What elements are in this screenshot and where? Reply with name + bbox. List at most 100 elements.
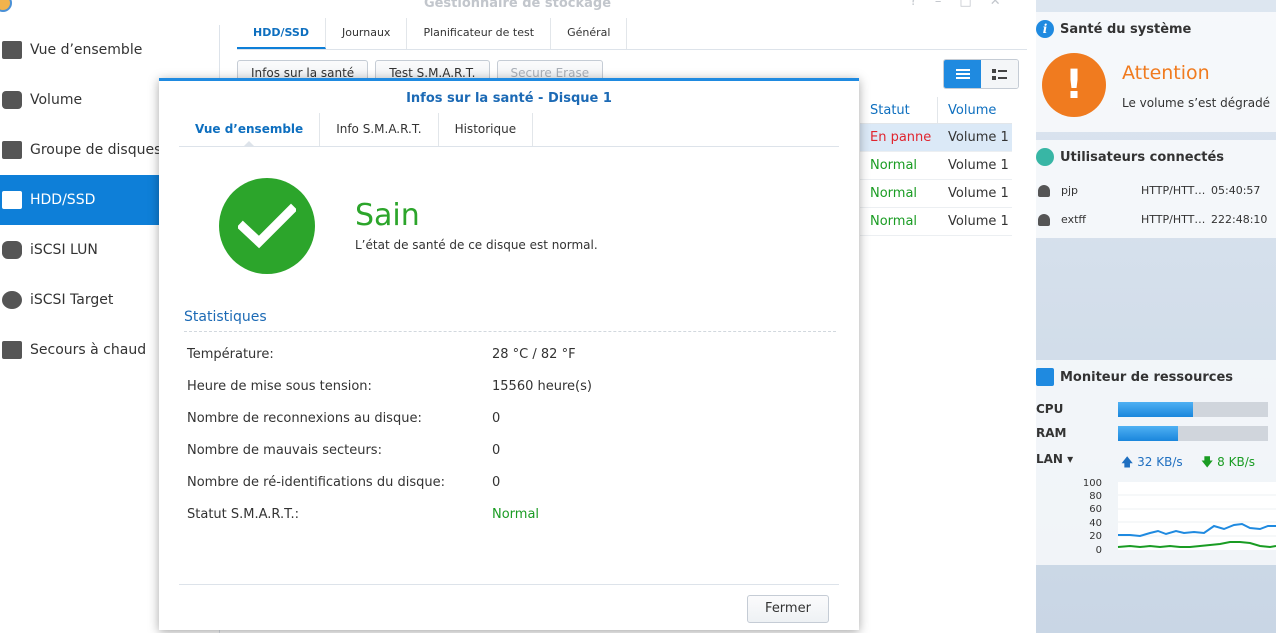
- tab-history[interactable]: Historique: [439, 113, 534, 146]
- disk-group-icon: [0, 139, 24, 161]
- maximize-icon[interactable]: □: [959, 0, 971, 9]
- sidebar-item-label: iSCSI Target: [30, 292, 114, 308]
- iscsi-lun-icon: [0, 239, 24, 261]
- lan-dropdown[interactable]: LAN ▾: [1036, 452, 1073, 466]
- info-icon: i: [1036, 20, 1054, 38]
- tab-logs[interactable]: Journaux: [326, 18, 408, 49]
- stat-value: 0: [492, 411, 501, 426]
- monitor-icon: [1036, 368, 1054, 386]
- stat-label: Nombre de ré-identifications du disque:: [187, 475, 445, 490]
- detail-view-button[interactable]: [981, 60, 1018, 88]
- hdd-icon: [0, 189, 24, 211]
- column-status-header[interactable]: Statut: [860, 97, 938, 123]
- tab-general[interactable]: Général: [551, 18, 628, 49]
- widget-panel: i Santé du système ! Attention Le volume…: [1036, 0, 1276, 633]
- resource-monitor-widget: Moniteur de ressources CPU RAM LAN ▾ 🡅 3…: [1036, 360, 1276, 565]
- disk-status: Normal: [870, 158, 918, 173]
- sidebar-item-label: HDD/SSD: [30, 192, 96, 208]
- sidebar-item-label: iSCSI LUN: [30, 242, 98, 258]
- stat-temperature: Température: 28 °C / 82 °F: [187, 347, 827, 367]
- stat-value: 0: [492, 443, 501, 458]
- list-view-button[interactable]: [944, 60, 981, 88]
- table-row[interactable]: Normal Volume 1: [860, 152, 1012, 180]
- y-tick-label: 0: [1096, 545, 1102, 556]
- network-chart: 100 80 60 40 20 0: [1083, 478, 1276, 556]
- connected-users-widget: Utilisateurs connectés pjp HTTP/HTT… 05:…: [1036, 140, 1276, 238]
- disk-volume: Volume 1: [948, 130, 1009, 145]
- tab-smart-info[interactable]: Info S.M.A.R.T.: [320, 113, 439, 146]
- list-icon: [955, 69, 970, 79]
- users-icon: [1036, 148, 1054, 166]
- disk-volume: Volume 1: [948, 214, 1009, 229]
- disk-table: Statut Volume En panne Volume 1 Normal V…: [860, 97, 1012, 236]
- disk-volume: Volume 1: [948, 158, 1009, 173]
- ram-label: RAM: [1036, 426, 1067, 440]
- system-health-widget: i Santé du système ! Attention Le volume…: [1036, 12, 1276, 132]
- widget-title: Santé du système: [1060, 22, 1192, 37]
- detail-list-icon: [992, 68, 1007, 80]
- stat-value: 0: [492, 475, 501, 490]
- user-name: pjp: [1061, 184, 1079, 197]
- stat-label: Nombre de mauvais secteurs:: [187, 443, 382, 458]
- user-icon: [1038, 185, 1050, 197]
- health-info-dialog: Infos sur la santé - Disque 1 Vue d’ense…: [159, 78, 859, 630]
- stats-title: Statistiques: [184, 309, 267, 325]
- stat-power-on-hours: Heure de mise sous tension: 15560 heure(…: [187, 379, 827, 399]
- stat-bad-sectors: Nombre de mauvais secteurs: 0: [187, 443, 827, 463]
- close-button[interactable]: Fermer: [747, 595, 829, 623]
- stat-label: Nombre de reconnexions au disque:: [187, 411, 422, 426]
- tab-hdd-ssd[interactable]: HDD/SSD: [237, 18, 326, 49]
- check-circle-icon: [219, 178, 315, 274]
- lan-upload-value: 32 KB/s: [1137, 455, 1183, 469]
- dialog-title: Infos sur la santé - Disque 1: [406, 91, 612, 106]
- main-tabs: HDD/SSD Journaux Planificateur de test G…: [237, 18, 1027, 50]
- sidebar-item-label: Vue d’ensemble: [30, 42, 143, 58]
- sidebar-item-label: Groupe de disques: [30, 142, 162, 158]
- sidebar-item-hdd-ssd[interactable]: HDD/SSD: [0, 175, 160, 225]
- cpu-bar-fill: [1118, 402, 1193, 417]
- divider: [179, 584, 839, 585]
- close-window-icon[interactable]: ✕: [990, 0, 1001, 9]
- window-controls: ? – □ ✕: [910, 0, 1001, 9]
- table-row[interactable]: En panne Volume 1: [860, 124, 1012, 152]
- health-status: Sain: [355, 198, 420, 233]
- disk-volume: Volume 1: [948, 186, 1009, 201]
- help-icon[interactable]: ?: [910, 0, 917, 9]
- ram-bar: [1118, 426, 1268, 441]
- stat-reidentifications: Nombre de ré-identifications du disque: …: [187, 475, 827, 495]
- y-tick-label: 100: [1083, 478, 1102, 489]
- tab-test-scheduler[interactable]: Planificateur de test: [407, 18, 552, 49]
- stat-label: Statut S.M.A.R.T.:: [187, 507, 300, 522]
- table-row[interactable]: Normal Volume 1: [860, 208, 1012, 236]
- window-title: Gestionnaire de stockage: [423, 0, 612, 11]
- ram-bar-fill: [1118, 426, 1178, 441]
- list-item: extff HTTP/HTT… 222:48:10: [1036, 211, 1276, 231]
- sidebar-item-label: Secours à chaud: [30, 342, 147, 358]
- user-name: extff: [1061, 213, 1086, 226]
- overview-icon: [0, 39, 24, 61]
- view-toggle: [943, 59, 1019, 89]
- user-time: 222:48:10: [1211, 213, 1268, 226]
- tab-overview[interactable]: Vue d’ensemble: [179, 113, 321, 147]
- column-volume-header[interactable]: Volume: [938, 97, 996, 123]
- stat-label: Heure de mise sous tension:: [187, 379, 372, 394]
- sidebar-item-overview[interactable]: Vue d’ensemble: [0, 25, 220, 75]
- disk-status: En panne: [870, 130, 932, 145]
- widget-title: Utilisateurs connectés: [1060, 150, 1225, 165]
- minimize-icon[interactable]: –: [935, 0, 942, 9]
- table-header: Statut Volume: [860, 97, 1012, 124]
- y-tick-label: 20: [1089, 531, 1102, 542]
- arrow-down-icon: 🡇: [1201, 455, 1214, 469]
- arrow-up-icon: 🡅: [1121, 455, 1134, 469]
- hot-spare-icon: [0, 339, 24, 361]
- cpu-label: CPU: [1036, 402, 1064, 416]
- health-warning-description: Le volume s’est dégradé: [1122, 96, 1271, 110]
- y-tick-label: 60: [1089, 504, 1102, 515]
- health-description: L’état de santé de ce disque est normal.: [355, 238, 598, 252]
- divider: [184, 331, 836, 332]
- user-icon: [1038, 214, 1050, 226]
- user-protocol: HTTP/HTT…: [1141, 213, 1206, 226]
- lan-upload: 🡅 32 KB/s: [1121, 453, 1183, 474]
- table-row[interactable]: Normal Volume 1: [860, 180, 1012, 208]
- warning-icon: !: [1042, 53, 1106, 117]
